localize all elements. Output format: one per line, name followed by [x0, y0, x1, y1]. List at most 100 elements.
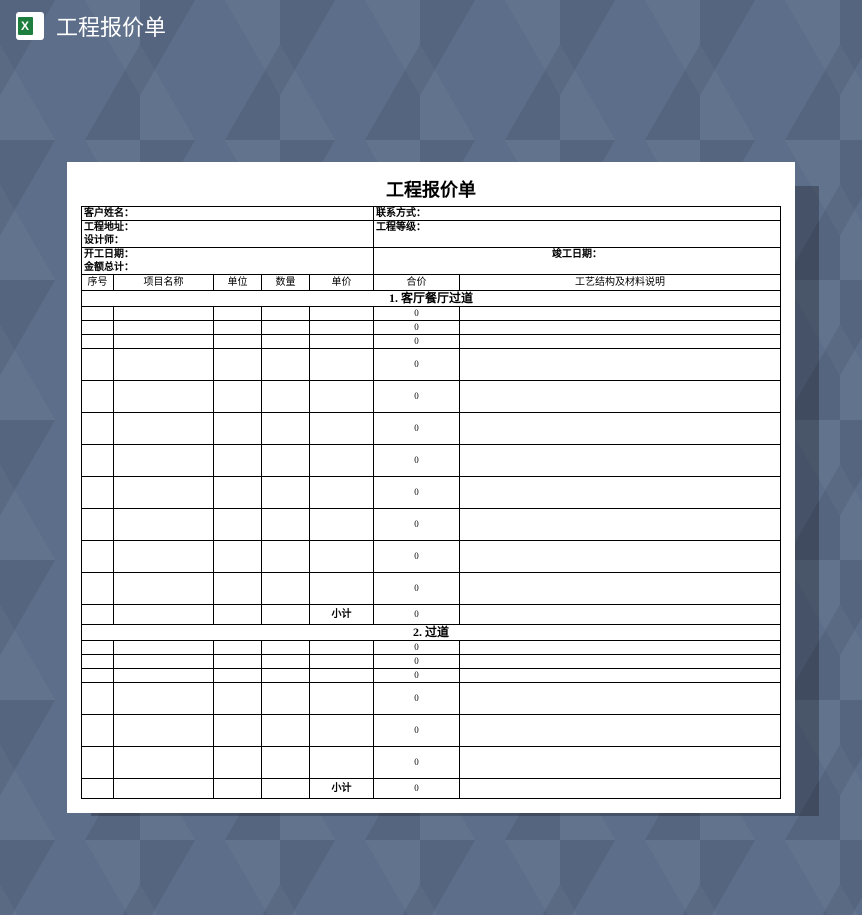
cell	[310, 321, 374, 335]
field-designer: 设计师：	[82, 234, 374, 248]
cell	[82, 349, 114, 381]
subtotal-row: 小计0	[82, 605, 781, 625]
cell	[214, 413, 262, 445]
cell	[82, 779, 114, 799]
cell	[262, 477, 310, 509]
section-title-row: 1. 客厅餐厅过道	[82, 291, 781, 307]
data-row: 0	[82, 321, 781, 335]
cell	[310, 509, 374, 541]
subtotal-value: 0	[374, 779, 460, 799]
cell	[82, 541, 114, 573]
cell	[214, 779, 262, 799]
cell	[262, 413, 310, 445]
cell	[262, 669, 310, 683]
cell: 0	[374, 413, 460, 445]
cell	[262, 655, 310, 669]
subtotal-label: 小计	[310, 779, 374, 799]
field-total-amount: 金额总计：	[82, 261, 374, 275]
col-total: 合价	[374, 275, 460, 291]
cell	[214, 541, 262, 573]
cell	[214, 669, 262, 683]
cell	[214, 641, 262, 655]
cell	[82, 573, 114, 605]
data-row: 0	[82, 641, 781, 655]
col-unit: 单位	[214, 275, 262, 291]
cell	[214, 509, 262, 541]
col-price: 单价	[310, 275, 374, 291]
quotation-table: 客户姓名： 联系方式： 工程地址： 工程等级： 设计师： 开工日期： 竣工日期：…	[81, 206, 781, 799]
cell	[82, 509, 114, 541]
cell	[262, 307, 310, 321]
cell	[460, 573, 781, 605]
cell	[114, 321, 214, 335]
cell	[262, 335, 310, 349]
cell	[214, 747, 262, 779]
cell: 0	[374, 573, 460, 605]
info-row-4: 开工日期： 竣工日期：	[82, 248, 781, 262]
cell	[114, 655, 214, 669]
cell	[214, 321, 262, 335]
cell	[114, 683, 214, 715]
data-row: 0	[82, 541, 781, 573]
cell	[262, 541, 310, 573]
cell	[310, 477, 374, 509]
cell	[310, 747, 374, 779]
cell	[460, 779, 781, 799]
cell	[460, 307, 781, 321]
cell	[460, 669, 781, 683]
cell	[310, 413, 374, 445]
cell	[262, 683, 310, 715]
cell	[82, 683, 114, 715]
cell	[214, 307, 262, 321]
cell	[310, 445, 374, 477]
cell	[214, 573, 262, 605]
cell	[460, 413, 781, 445]
cell	[262, 349, 310, 381]
cell	[460, 605, 781, 625]
cell: 0	[374, 669, 460, 683]
cell	[310, 655, 374, 669]
cell	[214, 335, 262, 349]
cell	[310, 683, 374, 715]
window-title: 工程报价单	[56, 10, 166, 42]
document-container: 工程报价单 客户姓名： 联系方式： 工程地址： 工程等级： 设计师：	[67, 162, 795, 813]
cell: 0	[374, 715, 460, 747]
cell	[114, 445, 214, 477]
cell	[82, 321, 114, 335]
cell	[460, 321, 781, 335]
cell	[310, 573, 374, 605]
cell	[460, 715, 781, 747]
subtotal-value: 0	[374, 605, 460, 625]
cell: 0	[374, 655, 460, 669]
cell	[262, 321, 310, 335]
cell	[82, 715, 114, 747]
field-end-date: 竣工日期：	[374, 248, 781, 262]
section-title: 1. 客厅餐厅过道	[82, 291, 781, 307]
cell	[262, 445, 310, 477]
cell	[82, 445, 114, 477]
field-customer-name: 客户姓名：	[82, 207, 374, 221]
cell	[460, 683, 781, 715]
field-project-address: 工程地址：	[82, 221, 374, 235]
cell: 0	[374, 335, 460, 349]
cell	[114, 413, 214, 445]
cell	[460, 655, 781, 669]
data-row: 0	[82, 715, 781, 747]
cell: 0	[374, 541, 460, 573]
cell	[460, 349, 781, 381]
cell	[214, 381, 262, 413]
cell: 0	[374, 509, 460, 541]
cell	[114, 573, 214, 605]
info-row-5: 金额总计：	[82, 261, 781, 275]
data-row: 0	[82, 445, 781, 477]
cell	[262, 381, 310, 413]
cell	[114, 349, 214, 381]
cell	[310, 349, 374, 381]
cell	[310, 381, 374, 413]
cell	[460, 445, 781, 477]
data-row: 0	[82, 307, 781, 321]
cell	[114, 669, 214, 683]
cell	[214, 655, 262, 669]
cell	[310, 641, 374, 655]
cell	[114, 541, 214, 573]
